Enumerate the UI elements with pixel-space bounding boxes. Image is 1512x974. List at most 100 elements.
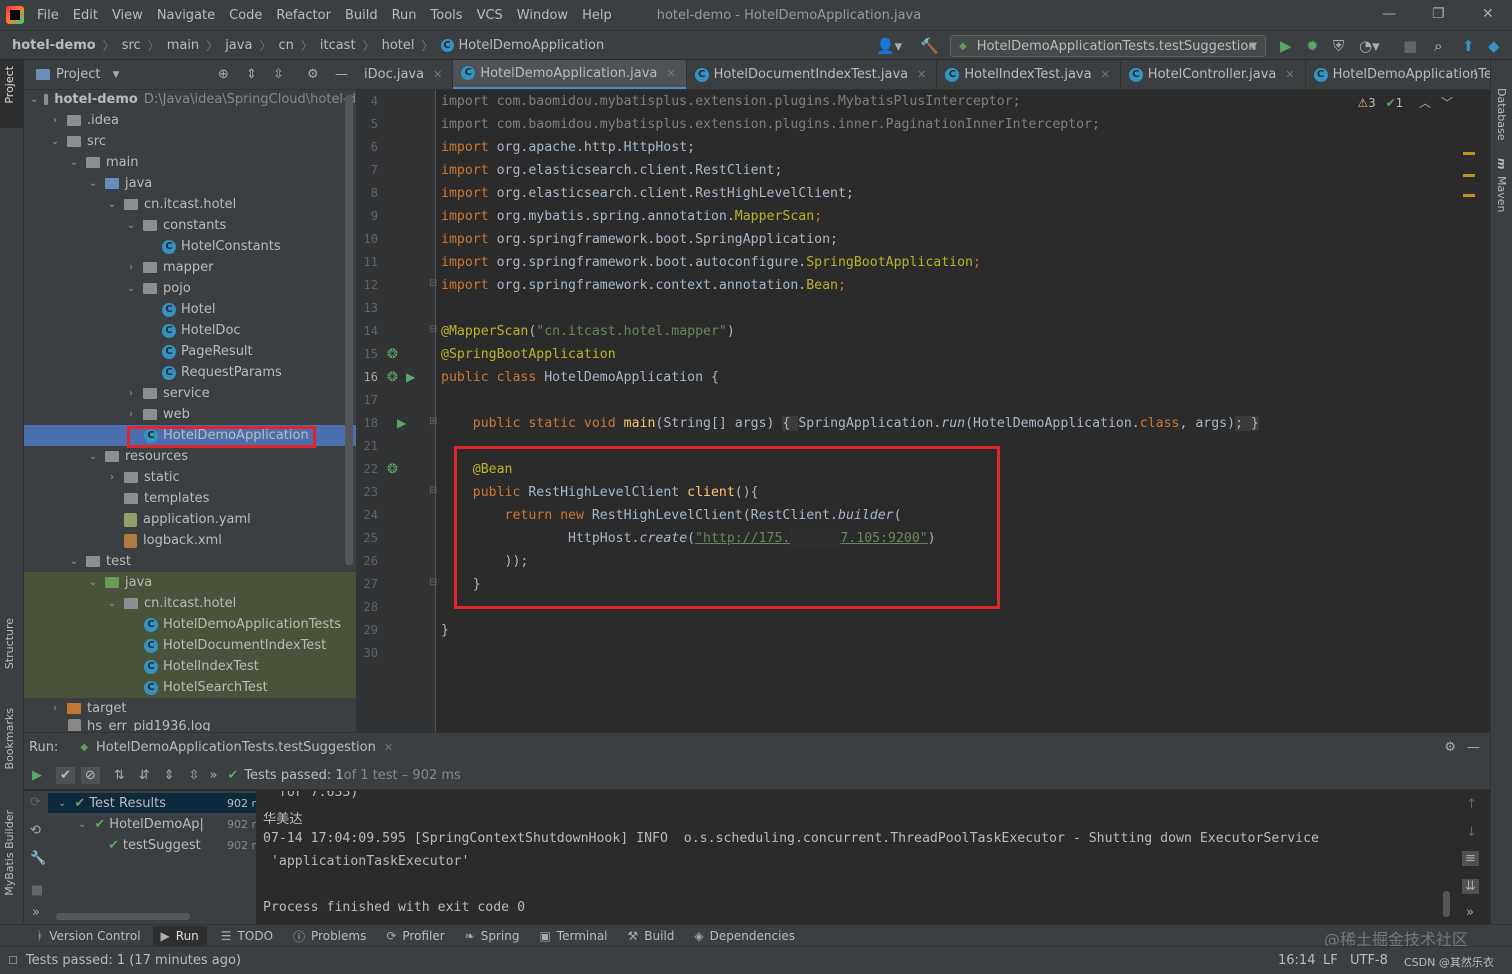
more-icon[interactable]: »	[209, 768, 217, 783]
tab-dependencies[interactable]: ◈ Dependencies	[694, 929, 795, 943]
tab-hotelcontroller[interactable]: C HotelController.java ✕	[1121, 60, 1306, 89]
spring-bean-icon[interactable]: ❂	[387, 347, 398, 362]
tree-item[interactable]: C HotelConstants	[24, 236, 356, 257]
tool-database-tab[interactable]: Database	[1495, 88, 1508, 141]
run-config-selector[interactable]: ◆ HotelDemoApplicationTests.testSuggesti…	[950, 35, 1266, 57]
test-tree-root[interactable]: ⌄ ✔ Test Results 902 ms	[48, 793, 272, 813]
tab-hoteldemoapplication[interactable]: C HotelDemoApplication.java ✕	[453, 60, 687, 89]
tab-problems[interactable]: ⓘ Problems	[293, 928, 366, 945]
tool-maven-tab[interactable]: Maven	[1495, 176, 1508, 212]
tree-item[interactable]: logback.xml	[24, 530, 356, 551]
soft-wrap-icon[interactable]: ≡	[1462, 851, 1479, 866]
tree-item[interactable]: ⌄ cn.itcast.hotel	[24, 194, 356, 215]
tree-item[interactable]: › .idea	[24, 110, 356, 131]
breadcrumb-project[interactable]: hotel-demo	[12, 38, 96, 53]
console-scrollbar[interactable]	[1443, 891, 1450, 917]
user-icon[interactable]: 👤▾	[876, 37, 902, 55]
tab-profiler[interactable]: ⟳ Profiler	[386, 929, 444, 943]
collapse-all-icon[interactable]: ⇳	[189, 768, 200, 783]
warning-marker[interactable]	[1463, 152, 1475, 155]
tree-item[interactable]: C HotelIndexTest	[24, 656, 356, 677]
tool-bookmarks-tab[interactable]: Bookmarks	[3, 708, 16, 769]
tab-spring[interactable]: ❧ Spring	[465, 929, 520, 943]
menu-window[interactable]: Window	[510, 8, 575, 23]
tree-scrollbar[interactable]	[56, 913, 190, 920]
test-tree-method[interactable]: ✔ testSuggest 902 ms	[48, 835, 272, 855]
show-ignored-icon[interactable]: ⊘	[80, 766, 100, 784]
hide-panel-icon[interactable]: —	[335, 67, 348, 82]
tool-project-tab[interactable]: Project	[3, 66, 16, 104]
tab-hoteldemoapplicationtests[interactable]: CHotelDemoApplicationTests	[1306, 60, 1490, 89]
hide-panel-icon[interactable]: —	[1467, 740, 1480, 755]
tree-item[interactable]: ⌄ test	[24, 551, 356, 572]
breadcrumb-cn[interactable]: cn	[278, 38, 293, 53]
menu-navigate[interactable]: Navigate	[150, 8, 222, 23]
tab-hoteldocumentindextest[interactable]: C HotelDocumentIndexTest.java ✕	[687, 60, 938, 89]
toggle-auto-test-icon[interactable]: ⟲	[30, 823, 41, 838]
chevron-down-icon[interactable]: ﹀	[1441, 96, 1453, 110]
tree-item[interactable]: ⌄ java	[24, 572, 356, 593]
wrench-icon[interactable]: 🔧	[30, 851, 46, 866]
tree-item[interactable]: › mapper	[24, 257, 356, 278]
run-gutter-icon[interactable]: ▶	[406, 370, 415, 384]
breadcrumb-src[interactable]: src	[122, 38, 141, 53]
menu-code[interactable]: Code	[222, 8, 269, 23]
tree-item[interactable]: ⌄ cn.itcast.hotel	[24, 593, 356, 614]
tree-item[interactable]: ⌄ hotel-demo D:\Java\idea\SpringCloud\hote…	[24, 89, 356, 110]
tree-item[interactable]: ⌄ java	[24, 173, 356, 194]
tree-item[interactable]: › static	[24, 467, 356, 488]
arrow-up-icon[interactable]: ↑	[1466, 797, 1477, 812]
tree-item[interactable]: C HotelDoc	[24, 320, 356, 341]
tree-item[interactable]: C HotelSearchTest	[24, 677, 356, 698]
project-view-selector[interactable]: Project	[56, 67, 100, 82]
tab-build[interactable]: ⚒ Build	[628, 929, 675, 943]
close-tab-icon[interactable]: ✕	[666, 67, 675, 80]
status-message[interactable]: Tests passed: 1 (17 minutes ago)	[26, 953, 241, 968]
tree-item[interactable]: ⌄ resources	[24, 446, 356, 467]
tree-item[interactable]: C HotelDemoApplicationTests	[24, 614, 356, 635]
breadcrumb-main[interactable]: main	[167, 38, 199, 53]
line-separator[interactable]: LF	[1323, 953, 1338, 968]
more-icon[interactable]: ⋮	[1469, 67, 1482, 82]
tab-terminal[interactable]: ▣ Terminal	[539, 929, 607, 943]
project-scrollbar[interactable]	[345, 95, 353, 565]
close-tab-icon[interactable]: ✕	[1285, 68, 1294, 81]
breadcrumb-class[interactable]: HotelDemoApplication	[459, 38, 605, 53]
jetbrains-icon[interactable]: ◆	[1488, 37, 1500, 55]
tree-item[interactable]: › service	[24, 383, 356, 404]
debug-icon[interactable]: ✹	[1306, 37, 1319, 55]
file-encoding[interactable]: UTF-8	[1350, 953, 1388, 968]
chevron-down-icon[interactable]: ⌄	[1445, 68, 1454, 81]
menu-help[interactable]: Help	[575, 8, 619, 23]
close-tab-icon[interactable]: ✕	[433, 68, 442, 81]
menu-refactor[interactable]: Refactor	[269, 8, 338, 23]
sort-alpha-icon[interactable]: ⇅	[114, 768, 125, 783]
close-tab-icon[interactable]: ✕	[1101, 68, 1110, 81]
menu-edit[interactable]: Edit	[66, 8, 105, 23]
chevron-up-icon[interactable]: ︿	[1419, 96, 1431, 110]
locate-icon[interactable]: ⊕	[218, 67, 229, 82]
more-icon[interactable]: »	[1466, 905, 1474, 920]
profile-icon[interactable]: ◔▾	[1359, 37, 1380, 55]
search-icon[interactable]: ⌕	[1434, 37, 1442, 55]
inspection-widget[interactable]: ⚠3 ✔1 ︿ ﹀	[1357, 94, 1453, 111]
tool-mybatis-tab[interactable]: MyBatis Builder	[3, 810, 16, 896]
sort-duration-icon[interactable]: ⇵	[139, 768, 150, 783]
tree-item[interactable]: ⌄ pojo	[24, 278, 356, 299]
breadcrumb-hotel[interactable]: hotel	[382, 38, 415, 53]
stop-icon[interactable]: ■	[31, 883, 43, 898]
menu-run[interactable]: Run	[385, 8, 424, 23]
expand-all-icon[interactable]: ⇕	[164, 768, 175, 783]
tree-item[interactable]: ⌄ constants	[24, 215, 356, 236]
menu-build[interactable]: Build	[338, 8, 385, 23]
tab-hotelindextest[interactable]: C HotelIndexTest.java ✕	[937, 60, 1121, 89]
close-tab-icon[interactable]: ✕	[384, 741, 393, 754]
chevron-down-icon[interactable]: ▼	[112, 70, 119, 80]
stop-icon[interactable]: ■	[1403, 37, 1417, 55]
arrow-down-icon[interactable]: ↓	[1466, 825, 1477, 840]
tree-item[interactable]: C HotelDocumentIndexTest	[24, 635, 356, 656]
rerun-failed-icon[interactable]: ⟳	[30, 795, 41, 810]
warning-marker[interactable]	[1463, 194, 1475, 197]
run-tab[interactable]: HotelDemoApplicationTests.testSuggestion	[96, 740, 376, 755]
code-editor[interactable]: import com.baomidou.mybatisplus.extensio…	[437, 90, 1477, 732]
